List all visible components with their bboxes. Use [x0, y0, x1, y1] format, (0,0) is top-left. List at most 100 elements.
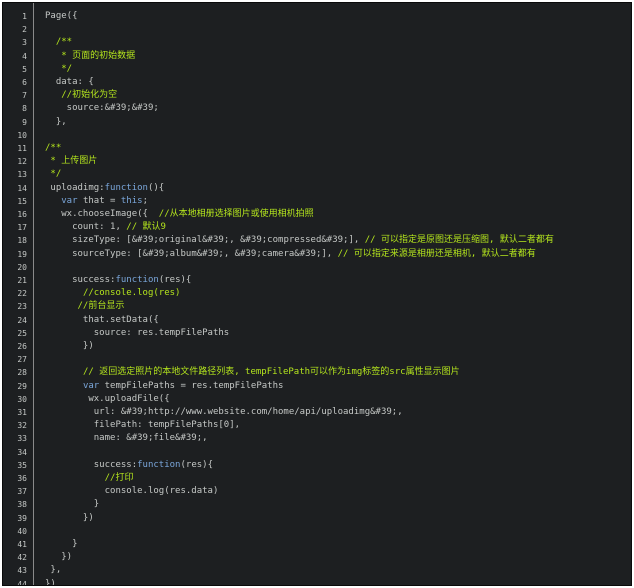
code-line[interactable] [45, 525, 631, 538]
code-token: &#39;http://www.website.com/home/api/upl… [120, 407, 403, 417]
code-token: success: [45, 275, 116, 285]
code-line[interactable]: */ [45, 63, 631, 76]
code-token: }) [45, 512, 94, 523]
code-token: uploadimg: [45, 182, 105, 193]
code-line[interactable]: sourceType: [&#39;album&#39;, &#39;camer… [45, 248, 631, 261]
line-number: 10 [17, 130, 27, 140]
code-token: console.log(res.data) [45, 486, 219, 497]
code-line[interactable]: }, [45, 564, 631, 577]
line-number: 34 [17, 447, 27, 457]
code-token: name: [45, 433, 127, 444]
code-line[interactable]: wx.uploadFile({ [45, 393, 631, 406]
code-line[interactable]: name: &#39;file&#39;, [45, 432, 631, 445]
code-line[interactable]: }) [45, 512, 631, 525]
code-line[interactable]: * 页面的初始数据 [45, 50, 631, 63]
code-line[interactable]: */ [45, 168, 631, 181]
code-token: * 上传图片 [45, 156, 98, 167]
code-line[interactable]: uploadimg:function(){ [45, 182, 631, 195]
code-line[interactable]: url: &#39;http://www.website.com/home/ap… [45, 406, 631, 419]
line-number: 44 [17, 579, 27, 586]
code-line[interactable]: //打印 [45, 472, 631, 485]
code-line[interactable]: /** [45, 36, 631, 49]
code-line[interactable]: Page({ [45, 10, 631, 23]
code-token: //console.log(res) [82, 288, 181, 299]
code-line[interactable]: }) [45, 551, 631, 564]
line-number: 41 [17, 540, 27, 549]
code-line[interactable]: var tempFilePaths = res.tempFilePaths [45, 380, 631, 393]
code-token: function [115, 275, 159, 285]
code-line[interactable]: success:function(res){ [45, 274, 631, 287]
line-number: 4 [22, 51, 27, 61]
line-number: 6 [22, 78, 27, 87]
code-token: &#39;camera&#39; [234, 248, 322, 259]
code-line[interactable]: sizeType: [&#39;original&#39;, &#39;comp… [45, 234, 631, 247]
code-token: wx.uploadFile({ [45, 393, 170, 404]
line-number: 13 [17, 170, 27, 180]
code-line[interactable]: } [45, 498, 631, 511]
code-line[interactable]: success:function(res){ [45, 459, 631, 472]
line-number: 26 [17, 342, 27, 351]
code-line[interactable] [45, 23, 631, 36]
code-token: // 可以指定是原图还是压缩图, 默认二者都有 [364, 235, 554, 246]
code-token: tempFilePaths = res.tempFilePaths [99, 380, 284, 391]
line-number: 32 [17, 421, 27, 431]
code-line[interactable]: data: { [45, 76, 631, 89]
line-number: 28 [17, 368, 27, 378]
code-line[interactable] [45, 446, 631, 459]
code-line[interactable]: //前台显示 [45, 300, 631, 313]
code-token: ], [348, 235, 365, 246]
code-line[interactable]: console.log(res.data) [45, 485, 631, 498]
line-number: 29 [17, 381, 27, 391]
line-number: 40 [17, 526, 27, 536]
code-token: var [82, 380, 100, 391]
line-number: 25 [17, 328, 27, 338]
line-number: 15 [17, 196, 27, 206]
code-token: // 可以指定来源是相册还是相机, 默认二者都有 [337, 248, 536, 259]
code-token: sourceType: [ [45, 248, 143, 259]
code-token: &#39;compressed&#39; [240, 235, 349, 246]
code-token: }) [45, 578, 56, 586]
code-line[interactable]: }) [45, 578, 631, 586]
code-line[interactable]: //console.log(res) [45, 287, 631, 300]
line-number: 8 [22, 104, 27, 114]
code-token: data: { [45, 77, 94, 87]
code-token: function [104, 182, 148, 193]
code-line[interactable]: source:&#39;&#39; [45, 102, 631, 115]
code-token: }, [45, 565, 62, 576]
code-line[interactable] [45, 129, 631, 142]
code-area[interactable]: Page({ /** * 页面的初始数据 */ data: { //初始化为空 … [34, 3, 631, 585]
line-number: 39 [17, 513, 27, 523]
line-number: 21 [17, 276, 27, 285]
code-line[interactable]: }) [45, 340, 631, 353]
code-line[interactable] [45, 353, 631, 366]
code-line[interactable] [45, 261, 631, 274]
line-number: 24 [17, 315, 27, 325]
code-line[interactable]: /** [45, 142, 631, 155]
code-line[interactable]: // 返回选定照片的本地文件路径列表, tempFilePath可以作为img标… [45, 366, 631, 379]
code-line[interactable]: that.setData({ [45, 314, 631, 327]
code-token: * 页面的初始数据 [45, 50, 136, 61]
code-line[interactable]: var that = this; [45, 195, 631, 208]
code-line[interactable]: wx.chooseImage({ //从本地相册选择图片或使用相机拍照 [45, 208, 631, 221]
code-token: } [45, 499, 100, 510]
code-token: &#39;original&#39; [131, 235, 230, 246]
line-number: 17 [17, 223, 27, 233]
code-token: filePath: tempFilePaths[0], [45, 420, 241, 431]
code-token: &#39;file&#39;, [126, 433, 208, 444]
code-editor[interactable]: 1 2 3 4 5 6 7 8 9 10 11 12 13 14 15 16 17 18 19 20 21 22 23 24 2… [2, 2, 632, 586]
line-number: 18 [17, 236, 27, 246]
code-line[interactable]: } [45, 538, 631, 551]
line-number: 37 [17, 487, 27, 497]
code-line[interactable]: source: res.tempFilePaths [45, 327, 631, 340]
code-line[interactable]: }, [45, 116, 631, 129]
code-line[interactable]: filePath: tempFilePaths[0], [45, 419, 631, 432]
code-line[interactable]: * 上传图片 [45, 155, 631, 168]
code-line[interactable]: //初始化为空 [45, 89, 631, 102]
line-number: 9 [22, 117, 27, 127]
code-line[interactable]: count: 1, // 默认9 [45, 221, 631, 234]
line-number: 43 [17, 566, 27, 576]
code-token: url: [45, 407, 121, 417]
